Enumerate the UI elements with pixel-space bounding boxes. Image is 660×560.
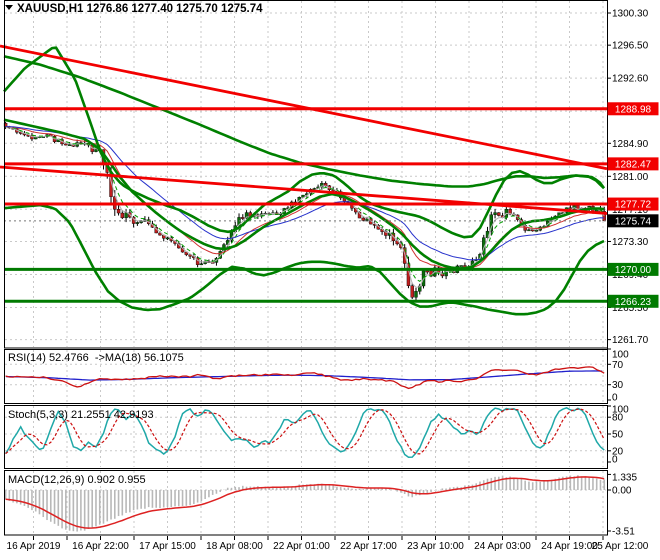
time-axis-label: 17 Apr 15:00: [139, 541, 196, 552]
price-badge-label: 1266.23: [615, 297, 652, 308]
price-tick-label: 1261.70: [612, 335, 649, 346]
bullish-candle-body: [459, 265, 463, 267]
rsi-tick-label: 0: [612, 393, 618, 404]
price-badge-label: 1277.72: [615, 200, 652, 211]
ema-red-line: [5, 126, 605, 270]
macd-indicator-label: MACD(12,26,9) 0.902 0.955: [8, 474, 146, 486]
price-tick-label: 1281.00: [612, 172, 649, 183]
bullish-candle-body: [493, 212, 497, 215]
bullish-candle-body: [34, 136, 38, 140]
bearish-candle-body: [361, 217, 365, 221]
macd-tick-label: 1.335: [612, 473, 637, 484]
bullish-candle-body: [534, 229, 539, 232]
price-axis: 1300.301296.501292.601288.701284.901281.…: [607, 9, 659, 537]
bearish-candle-body: [410, 285, 414, 298]
symbol-dropdown-icon[interactable]: [5, 5, 13, 10]
time-axis-label: 16 Apr 22:00: [72, 541, 129, 552]
slow-ma-green-line[interactable]: [3, 54, 605, 190]
bullish-candle-body: [135, 222, 140, 224]
price-tick-label: 1300.30: [612, 9, 649, 20]
price-badge-label: 1288.98: [615, 104, 652, 115]
stoch-tick-label: 80: [612, 413, 624, 424]
price-tick-label: 1296.50: [612, 41, 649, 52]
time-axis-label: 23 Apr 10:00: [407, 541, 464, 552]
time-axis: 16 Apr 2019 16 Apr 22:00 17 Apr 15:00 18 Ap…: [7, 536, 649, 552]
price-badge-support: 1266.23: [607, 294, 659, 308]
rsi-ma-line: [5, 370, 603, 381]
chart-title: XAUUSD,H1 1276.86 1277.40 1275.70 1275.7…: [17, 3, 263, 15]
price-badge-label: 1275.74: [615, 216, 652, 227]
bearish-candle-body: [64, 143, 68, 146]
chart-canvas[interactable]: 1300.301296.501292.601288.701284.901281.…: [0, 0, 660, 560]
stoch-tick-label: 50: [612, 430, 624, 441]
price-badge-support: 1270.00: [607, 262, 659, 276]
bullish-candle-body: [414, 291, 418, 298]
descending-trendline-2[interactable]: [0, 165, 608, 215]
time-axis-label: 22 Apr 01:00: [273, 541, 330, 552]
macd-tick-label: -3.51: [612, 526, 635, 537]
bollinger-middle-band[interactable]: [3, 118, 605, 270]
price-tick-label: 1284.90: [612, 139, 649, 150]
price-badge-resistance: 1282.47: [607, 157, 659, 171]
price-tick-label: 1273.30: [612, 237, 649, 248]
bullish-candle-body: [94, 149, 98, 152]
bearish-candle-body: [116, 209, 121, 214]
bearish-candle-body: [497, 212, 501, 216]
price-tick-label: 1292.60: [612, 74, 649, 85]
time-axis-label: 16 Apr 2019: [7, 541, 61, 552]
bearish-candle-body: [241, 217, 245, 219]
bollinger-lower-band[interactable]: [3, 203, 605, 316]
stoch-indicator-label: Stoch(5,3,3) 21.2551 42.9193: [8, 409, 154, 421]
stoch-tick-label: 0: [612, 455, 618, 466]
gridlines: [5, 1, 606, 534]
price-badge-label: 1282.47: [615, 159, 652, 170]
price-badge-label: 1270.00: [615, 265, 652, 276]
bearish-candle-body: [120, 212, 125, 219]
price-badge-last: 1275.74: [607, 214, 659, 228]
time-axis-label: 24 Apr 03:00: [474, 541, 531, 552]
price-badge-resistance: 1277.72: [607, 197, 659, 211]
bullish-candle-body: [124, 212, 128, 219]
trading-chart-window: 1300.301296.501292.601288.701284.901281.…: [0, 0, 660, 560]
macd-tick-label: 0.00: [612, 486, 632, 497]
price-badge-resistance: 1288.98: [607, 102, 659, 116]
time-axis-label: 22 Apr 17:00: [340, 541, 397, 552]
rsi-tick-label: 30: [612, 380, 624, 391]
bollinger-upper-band[interactable]: [3, 46, 606, 239]
bullish-candle-body: [527, 229, 531, 232]
time-axis-label: 18 Apr 08:00: [206, 541, 263, 552]
bullish-candle-body: [139, 221, 143, 223]
bearish-candle-body: [425, 270, 429, 273]
bullish-candle-body: [165, 237, 170, 240]
time-axis-label: 24 Apr 19:00: [541, 541, 598, 552]
rsi-tick-label: 70: [612, 360, 624, 371]
rsi-indicator-label: RSI(14) 52.4766 ->MA(18) 56.1075: [8, 352, 184, 364]
time-axis-label: 25 Apr 12:00: [592, 541, 649, 552]
bullish-candle-body: [199, 263, 204, 266]
